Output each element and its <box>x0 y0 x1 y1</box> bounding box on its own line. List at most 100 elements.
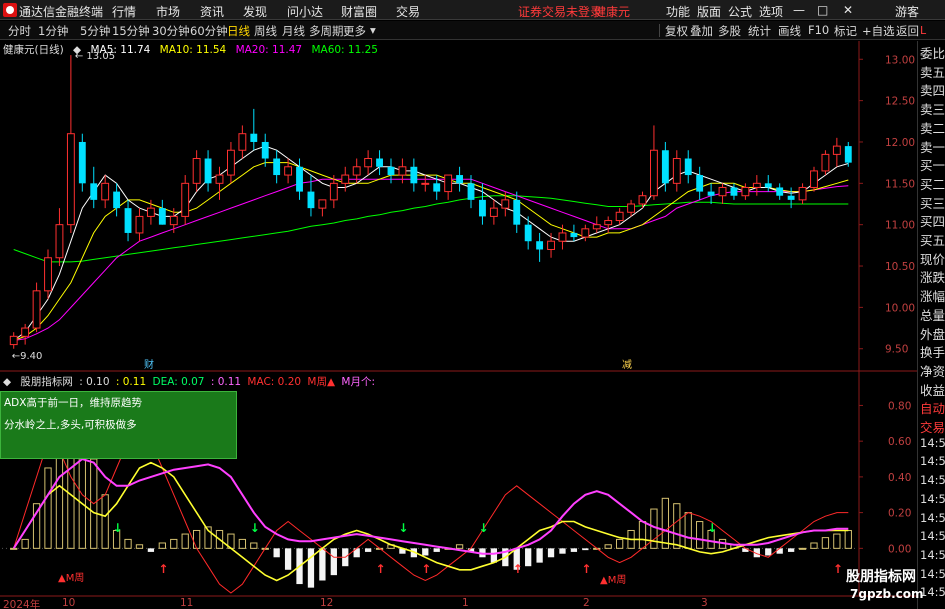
quote-panel-item[interactable]: 14:56 <box>920 567 945 581</box>
quote-panel-item[interactable]: 买一 <box>920 155 945 174</box>
quote-panel-item[interactable]: 14:56 <box>920 454 945 468</box>
quote-panel-item[interactable]: 自动 <box>920 398 945 417</box>
m-week-label: ▲M周 <box>58 572 84 584</box>
period-5min[interactable]: 5分钟 <box>80 23 110 39</box>
menu-formula[interactable]: 公式 <box>728 3 752 20</box>
settings-icon[interactable]: ◆ <box>3 376 11 388</box>
quote-panel-item[interactable]: 买二 <box>920 174 945 193</box>
app-title: 通达信金融终端 <box>19 5 104 19</box>
candle-body-up <box>741 186 750 197</box>
period-daily[interactable]: 日线 <box>227 23 250 39</box>
quote-panel-item[interactable]: 换手 <box>920 342 945 361</box>
quote-panel-item[interactable]: 涨跌 <box>920 267 945 286</box>
overlay-button[interactable]: 叠加 <box>690 23 713 39</box>
quote-panel-item[interactable]: 总量 <box>920 305 945 324</box>
candle-body-down <box>696 175 704 192</box>
price-axis-label: 12.00 <box>885 137 915 149</box>
quote-panel-item[interactable]: 卖五 <box>920 62 945 81</box>
minimize-button[interactable]: — <box>793 3 805 17</box>
draw-button[interactable]: 画线 <box>778 23 801 39</box>
kline-chart[interactable]: 13.00 12.50 12.00 11.50 11.00 10.50 10.00 9.50 0… <box>0 41 917 609</box>
mark-button[interactable]: 标记 <box>834 23 857 39</box>
maximize-button[interactable]: □ <box>817 3 828 17</box>
menu-trade[interactable]: 交易 <box>396 3 420 20</box>
quote-panel-item[interactable]: 14:56 <box>920 585 945 599</box>
period-30min[interactable]: 30分钟 <box>152 23 190 39</box>
histogram-bar-positive <box>696 521 704 549</box>
buy-arrow-icon: ↑ <box>581 562 591 576</box>
quote-panel-item[interactable]: 买三 <box>920 193 945 212</box>
histogram-bar-negative <box>319 548 326 581</box>
menu-functions[interactable]: 功能 <box>666 3 690 20</box>
period-multi[interactable]: 多周期 <box>309 23 344 39</box>
menu-discover[interactable]: 发现 <box>243 3 267 20</box>
sell-arrow-icon: ↓ <box>113 521 123 535</box>
stats-button[interactable]: 统计 <box>748 23 771 39</box>
quote-panel-item[interactable]: 净资 <box>920 361 945 380</box>
menu-options[interactable]: 选项 <box>759 3 783 20</box>
quote-panel-item[interactable]: 14:56 <box>920 473 945 487</box>
quote-panel-item[interactable]: 外盘 <box>920 324 945 343</box>
candle-body-down <box>250 133 258 142</box>
add-watchlist-button[interactable]: +自选 <box>862 23 895 39</box>
quote-panel-item[interactable]: 14:56 <box>920 436 945 450</box>
period-weekly[interactable]: 周线 <box>254 23 277 39</box>
indicator-m-week: M周▲ <box>307 376 336 388</box>
adjust-button[interactable]: 复权 <box>665 23 688 39</box>
back-button[interactable]: 返回 <box>896 23 919 39</box>
menu-layout[interactable]: 版面 <box>697 3 721 20</box>
histogram-bar-positive <box>238 538 247 549</box>
multi-stock-button[interactable]: 多股 <box>718 23 741 39</box>
period-1min[interactable]: 1分钟 <box>38 23 68 39</box>
period-60min[interactable]: 60分钟 <box>190 23 228 39</box>
chevron-down-icon[interactable]: ▾ <box>370 23 376 37</box>
quote-panel-item[interactable]: 卖四 <box>920 80 945 99</box>
price-axis-label: 12.50 <box>885 96 915 108</box>
menu-market[interactable]: 市场 <box>156 3 180 20</box>
period-monthly[interactable]: 月线 <box>282 23 305 39</box>
login-notice[interactable]: 证券交易未登录 <box>518 3 602 20</box>
menu-wealth-circle[interactable]: 财富圈 <box>341 3 377 20</box>
indicator-axis-label: 0.60 <box>888 436 911 448</box>
watermark-name: 股朋指标网 <box>846 569 916 585</box>
histogram-bar-positive <box>170 538 178 549</box>
quote-panel-item[interactable]: 14:56 <box>920 511 945 525</box>
period-tick[interactable]: 分时 <box>8 23 31 39</box>
price-axis-label: 10.00 <box>885 302 915 314</box>
histogram-bar-negative <box>525 548 532 567</box>
histogram-bar-positive <box>250 542 258 549</box>
quote-panel-item[interactable]: 卖一 <box>920 137 945 156</box>
f10-button[interactable]: F10 <box>808 23 829 37</box>
candle-body-up <box>238 133 247 151</box>
histogram-bar-positive <box>684 512 692 549</box>
buy-arrow-icon: ↑ <box>158 562 168 576</box>
menu-news[interactable]: 资讯 <box>200 3 224 20</box>
close-button[interactable]: ✕ <box>843 3 853 17</box>
quote-panel-item[interactable]: 收益 <box>920 380 945 399</box>
indicator-m-month: M月个: <box>341 376 376 388</box>
guest-label[interactable]: 游客 <box>895 3 919 20</box>
candle-body-down <box>536 241 544 250</box>
candle-body-down <box>513 199 521 225</box>
quote-panel-item[interactable]: 卖三 <box>920 99 945 118</box>
menu-ask[interactable]: 问小达 <box>287 3 323 20</box>
quote-panel-item[interactable]: 现价 <box>920 249 945 268</box>
quote-panel-item[interactable]: 交易 <box>920 417 945 436</box>
quote-panel-item[interactable]: 买四 <box>920 211 945 230</box>
quote-panel-item[interactable]: 买五 <box>920 230 945 249</box>
quote-panel-item[interactable]: 14:56 <box>920 492 945 506</box>
period-more[interactable]: 更多 <box>343 23 366 39</box>
histogram-bar-negative <box>490 548 498 563</box>
menu-quotes[interactable]: 行情 <box>112 3 136 20</box>
quote-panel-item[interactable]: 涨幅 <box>920 286 945 305</box>
quote-panel-item[interactable]: 14:56 <box>920 548 945 562</box>
chart-canvas[interactable]: 13.0012.5012.0011.5011.0010.5010.009.500… <box>0 41 917 609</box>
sell-arrow-icon: ↓ <box>250 521 260 535</box>
quote-panel-item[interactable]: 卖二 <box>920 118 945 137</box>
quote-panel-item[interactable]: 委比 <box>920 43 945 62</box>
period-15min[interactable]: 15分钟 <box>112 23 150 39</box>
settings-icon[interactable]: ◆ <box>73 44 81 56</box>
histogram-bar-positive <box>44 467 52 549</box>
quote-panel-item[interactable]: 14:56 <box>920 529 945 543</box>
histogram-bar-positive <box>673 503 681 549</box>
